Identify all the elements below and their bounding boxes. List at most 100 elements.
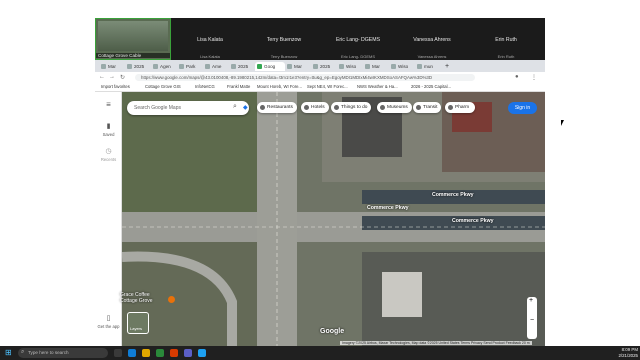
taskbar-search[interactable]: Type here to search <box>18 348 108 358</box>
chip-things-to-do[interactable]: Things to do <box>331 102 372 113</box>
browser-tab[interactable]: mun <box>415 62 441 71</box>
participant-sub: Vanessa Ahrens <box>417 54 447 59</box>
zoom-out-icon[interactable]: − <box>530 317 534 324</box>
favicon-icon <box>417 64 422 69</box>
bookmark[interactable]: Sept NE4, WI Forec... <box>307 84 348 89</box>
participant-name: Terry Buenzow <box>266 37 302 43</box>
teams-icon[interactable] <box>184 349 192 357</box>
google-logo: Google <box>320 328 345 335</box>
get-app-label[interactable]: Get the app <box>95 324 122 329</box>
participant-sub: Lisa Kalata <box>200 54 220 59</box>
participant-name: Eric Lang- DGEMS <box>335 37 381 43</box>
meeting-window: Cottage Grove Cable Lisa Kalata Lisa Kala… <box>95 18 545 346</box>
participant-tile[interactable]: Eric Lang- DGEMS Eric Lang- DGEMS <box>321 18 395 60</box>
browser-tab[interactable]: Mar <box>285 62 311 71</box>
participant-tile[interactable]: Erin Ruth Erin Ruth <box>469 18 543 60</box>
browser-tab[interactable]: Wiso <box>389 62 415 71</box>
bookmark[interactable]: Import favorites <box>101 84 130 89</box>
browser-tab[interactable]: 2025 <box>311 62 337 71</box>
chip-hotels[interactable]: Hotels <box>301 102 329 113</box>
browser-tab[interactable]: 2025 <box>229 62 255 71</box>
search-icon[interactable]: ⌕ <box>233 103 237 111</box>
search-input[interactable]: Search Google Maps <box>127 101 249 115</box>
road-label: Commerce Pkwy <box>432 192 474 198</box>
phone-icon[interactable]: ▯ <box>95 314 122 322</box>
map-attribution: Imagery ©2025 Airbus, Maxar Technologies… <box>340 341 532 345</box>
browser-tab[interactable]: 2025 <box>125 62 151 71</box>
bookmark[interactable]: Mount Horeb, WI Fore... <box>257 84 302 89</box>
participant-tile[interactable]: Terry Buenzow Terry Buenzow <box>247 18 321 60</box>
participant-name: Cottage Grove Cable <box>96 53 170 58</box>
mouse-cursor-icon <box>561 120 567 126</box>
layers-button[interactable]: Layers <box>127 312 149 334</box>
file-explorer-icon[interactable] <box>142 349 150 357</box>
app-icon[interactable] <box>170 349 178 357</box>
browser-tab[interactable]: Park <box>177 62 203 71</box>
search-icon: ⌕ <box>21 349 25 355</box>
tab-bar: Mar 2025 Agen Park Ame 2025 Goog Mar 202… <box>95 60 545 72</box>
restaurant-icon <box>260 105 265 110</box>
saved-label[interactable]: Saved <box>95 132 122 137</box>
place-label[interactable]: Grace Coffee Cottage Grove <box>120 292 153 304</box>
bookmarks-bar: Import favorites Cottage Grove GIS InfoN… <box>95 83 545 92</box>
bookmark-icon[interactable]: ▮ <box>95 122 122 130</box>
participant-name: Lisa Kalata <box>197 37 223 43</box>
favicon-icon <box>365 64 370 69</box>
museum-icon <box>380 105 385 110</box>
signin-button[interactable]: Sign in <box>508 102 537 114</box>
participant-sub: Terry Buenzow <box>270 54 298 59</box>
favicon-icon <box>205 64 210 69</box>
menu-icon[interactable]: ⋮ <box>531 74 537 81</box>
browser-tab[interactable]: Wiso <box>337 62 363 71</box>
directions-icon[interactable]: ◆ <box>243 104 248 111</box>
favicon-icon <box>231 64 236 69</box>
favicon-icon <box>391 64 396 69</box>
chip-restaurants[interactable]: Restaurants <box>257 102 297 113</box>
participant-sub: Erin Ruth <box>497 54 515 59</box>
system-clock[interactable]: 8:09 PM 2/21/2025 <box>590 347 638 359</box>
participant-strip: Cottage Grove Cable Lisa Kalata Lisa Kala… <box>95 18 545 60</box>
favicon-icon <box>287 64 292 69</box>
browser-tab[interactable]: Agen <box>151 62 177 71</box>
history-icon[interactable]: ◷ <box>95 147 122 155</box>
app-icon[interactable] <box>198 349 206 357</box>
browser-tab[interactable]: Mar <box>363 62 389 71</box>
url-field[interactable]: https://www.google.com/maps/@43.0100408,… <box>135 74 475 81</box>
bookmark[interactable]: 2026 - 2025 Capital... <box>411 84 451 89</box>
recents-label[interactable]: Recents <box>95 157 122 162</box>
bookmark[interactable]: Cottage Grove GIS <box>145 84 181 89</box>
zoom-in-icon[interactable]: + <box>529 297 533 304</box>
favicon-icon <box>127 64 132 69</box>
browser-tab[interactable]: Mar <box>99 62 125 71</box>
forward-icon[interactable]: → <box>109 74 115 80</box>
menu-hamburger-icon[interactable]: ≡ <box>95 100 122 109</box>
reload-icon[interactable]: ↻ <box>120 74 125 81</box>
windows-start-icon[interactable]: ⊞ <box>5 348 12 357</box>
profile-icon[interactable]: ● <box>515 74 519 80</box>
back-icon[interactable]: ← <box>99 74 105 80</box>
satellite-map[interactable]: Commerce Pkwy Commerce Pkwy Commerce Pkw… <box>122 92 545 346</box>
app-icon[interactable] <box>156 349 164 357</box>
chip-museums[interactable]: Museums <box>377 102 412 113</box>
cafe-pin-icon[interactable] <box>168 296 175 303</box>
new-tab-icon[interactable]: + <box>443 62 453 71</box>
pharmacy-icon <box>448 105 453 110</box>
participant-name: Erin Ruth <box>495 37 517 43</box>
chip-pharmacies[interactable]: Pharm <box>445 102 475 113</box>
layers-label: Layers <box>130 326 143 331</box>
bookmark[interactable]: NWS Weather & Ha... <box>357 84 398 89</box>
clock-date: 2/21/2025 <box>618 353 638 358</box>
browser-tab[interactable]: Ame <box>203 62 229 71</box>
favicon-icon <box>339 64 344 69</box>
browser-window: Mar 2025 Agen Park Ame 2025 Goog Mar 202… <box>95 60 545 346</box>
task-view-icon[interactable] <box>114 349 122 357</box>
chip-transit[interactable]: Transit <box>413 102 442 113</box>
participant-tile[interactable]: Vanessa Ahrens Vanessa Ahrens <box>395 18 469 60</box>
self-video-tile[interactable]: Cottage Grove Cable <box>95 18 171 60</box>
bookmark[interactable]: InfoNetCG <box>195 84 215 89</box>
bookmark[interactable]: Frankl Matte <box>227 84 250 89</box>
self-video <box>98 21 168 51</box>
participant-tile[interactable]: Lisa Kalata Lisa Kalata <box>173 18 247 60</box>
edge-icon[interactable] <box>128 349 136 357</box>
browser-tab-active[interactable]: Goog <box>255 62 285 71</box>
